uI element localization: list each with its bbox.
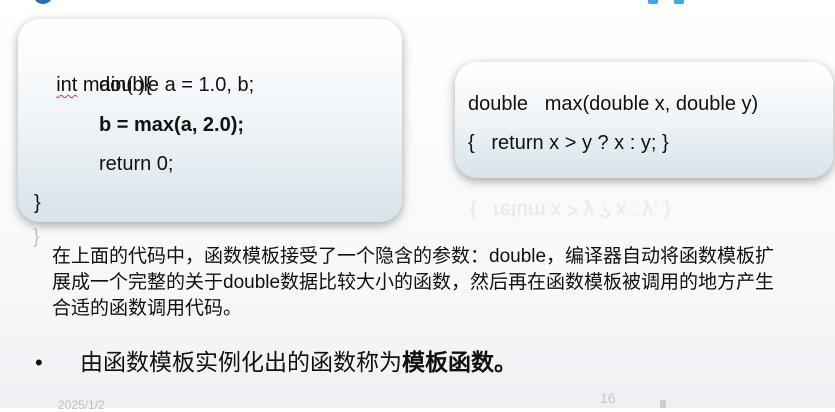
max-function-card: double max(double x, double y) { return … [455, 62, 833, 178]
code-line-max-signature: double max(double x, double y) [468, 93, 759, 115]
code-line-declaration: double a = 1.0, b; [99, 74, 255, 96]
bullet-text-normal: 由函数模板实例化出的函数称为 [80, 349, 402, 375]
toolbar-icon [674, 0, 684, 4]
top-bar [0, 0, 835, 6]
code-line-max-body: { return x > y ? x : y; } [468, 132, 669, 154]
main-code-card: int main( ){ double a = 1.0, b; b = max(… [18, 19, 402, 222]
toolbar-icon [648, 0, 658, 4]
code-line-max-call: b = max(a, 2.0); [99, 114, 245, 136]
page-number: 16 [600, 390, 616, 406]
footer-date: 2025/1/2 [58, 398, 105, 412]
keyword-int: int [56, 74, 78, 96]
bullet-text: 由函数模板实例化出的函数称为模板函数。 [80, 346, 517, 378]
explanation-paragraph: 在上面的代码中，函数模板接受了一个隐含的参数：double，编译器自动将函数模板… [52, 246, 775, 319]
main-card-reflection: } [33, 226, 40, 248]
code-line-return: return 0; [99, 153, 174, 175]
bullet-text-bold: 模板函数。 [402, 349, 517, 375]
logo-icon [33, 0, 53, 4]
code-line-closing-brace: } [34, 192, 41, 214]
bullet-symbol: • [35, 350, 43, 375]
footer-mark [660, 400, 666, 408]
max-card-reflection: { return x > y ? x : y; } [470, 199, 671, 221]
